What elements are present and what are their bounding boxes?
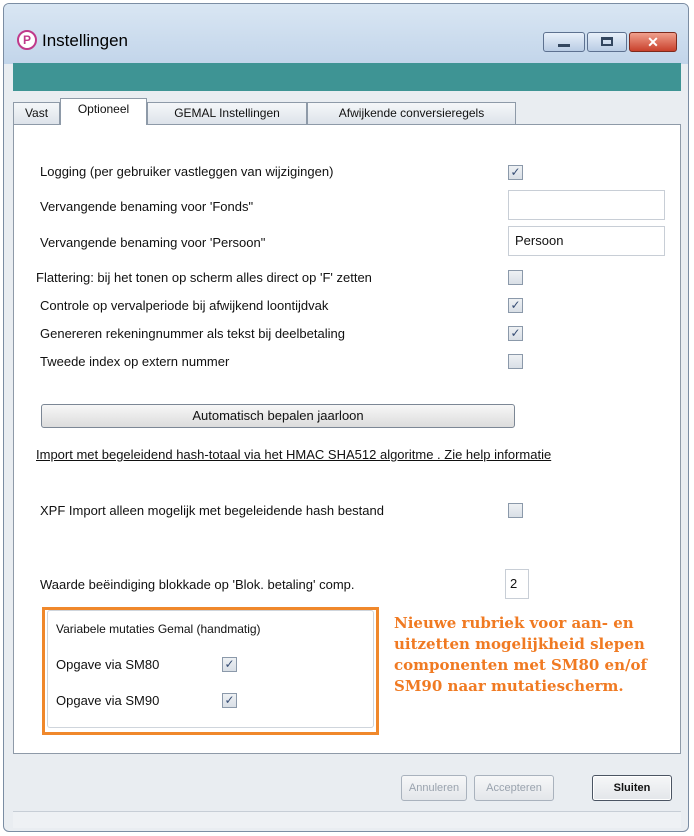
annuleren-button[interactable]: Annuleren <box>401 775 467 801</box>
flattering-checkbox[interactable] <box>508 270 523 285</box>
sluiten-button[interactable]: Sluiten <box>592 775 672 801</box>
controle-label: Controle op vervalperiode bij afwijkend … <box>40 298 329 313</box>
maximize-button[interactable] <box>587 32 627 52</box>
blokkade-input[interactable]: 2 <box>505 569 529 599</box>
button-bar <box>13 758 681 810</box>
persoon-label: Vervangende benaming voor 'Persoon" <box>40 235 266 250</box>
annotation-line: Nieuwe rubriek voor aan- en <box>394 614 634 632</box>
accepteren-button[interactable]: Accepteren <box>474 775 554 801</box>
window-title: Instellingen <box>42 31 129 50</box>
xpf-import-label: XPF Import alleen mogelijk met begeleide… <box>40 503 384 518</box>
tab-vast[interactable]: Vast <box>13 102 60 124</box>
automatisch-bepalen-jaarloon-button[interactable]: Automatisch bepalen jaarloon <box>41 404 515 428</box>
optioneel-panel: Logging (per gebruiker vastleggen van wi… <box>13 124 681 754</box>
minimize-icon <box>558 44 570 47</box>
tweede-index-label: Tweede index op extern nummer <box>40 354 230 369</box>
logging-label: Logging (per gebruiker vastleggen van wi… <box>40 164 334 179</box>
title-bar: P Instellingen ✕ <box>4 4 688 64</box>
logging-checkbox[interactable]: ✓ <box>508 165 523 180</box>
xpf-import-checkbox[interactable] <box>508 503 523 518</box>
close-button[interactable]: ✕ <box>629 32 677 52</box>
settings-window: P Instellingen ✕ Vast Optioneel GEMAL In… <box>3 3 689 832</box>
fonds-input[interactable] <box>508 190 665 220</box>
blokkade-label: Waarde beëindiging blokkade op 'Blok. be… <box>40 577 355 592</box>
fonds-label: Vervangende benaming voor 'Fonds" <box>40 199 254 214</box>
maximize-icon <box>601 37 613 46</box>
close-icon: ✕ <box>647 34 659 50</box>
annotation-note: Nieuwe rubriek voor aan- en uitzetten mo… <box>394 613 647 697</box>
annotation-line: componenten met SM80 en/of <box>394 656 647 674</box>
highlight-frame <box>42 607 379 735</box>
annotation-line: SM90 naar mutatiescherm. <box>394 677 624 695</box>
tab-optioneel[interactable]: Optioneel <box>60 98 147 125</box>
controle-checkbox[interactable]: ✓ <box>508 298 523 313</box>
import-hash-link[interactable]: Import met begeleidend hash-totaal via h… <box>36 447 551 462</box>
header-band <box>13 63 681 91</box>
genereren-checkbox[interactable]: ✓ <box>508 326 523 341</box>
annotation-line: uitzetten mogelijkheid slepen <box>394 635 645 653</box>
persoon-input[interactable]: Persoon <box>508 226 665 256</box>
status-bar <box>13 811 681 828</box>
genereren-label: Genereren rekeningnummer als tekst bij d… <box>40 326 345 341</box>
tab-gemal-instellingen[interactable]: GEMAL Instellingen <box>147 102 307 124</box>
app-p-icon: P <box>17 30 37 50</box>
flattering-label: Flattering: bij het tonen op scherm alle… <box>36 270 372 285</box>
tweede-index-checkbox[interactable] <box>508 354 523 369</box>
tab-afwijkende-conversieregels[interactable]: Afwijkende conversieregels <box>307 102 516 124</box>
minimize-button[interactable] <box>543 32 585 52</box>
